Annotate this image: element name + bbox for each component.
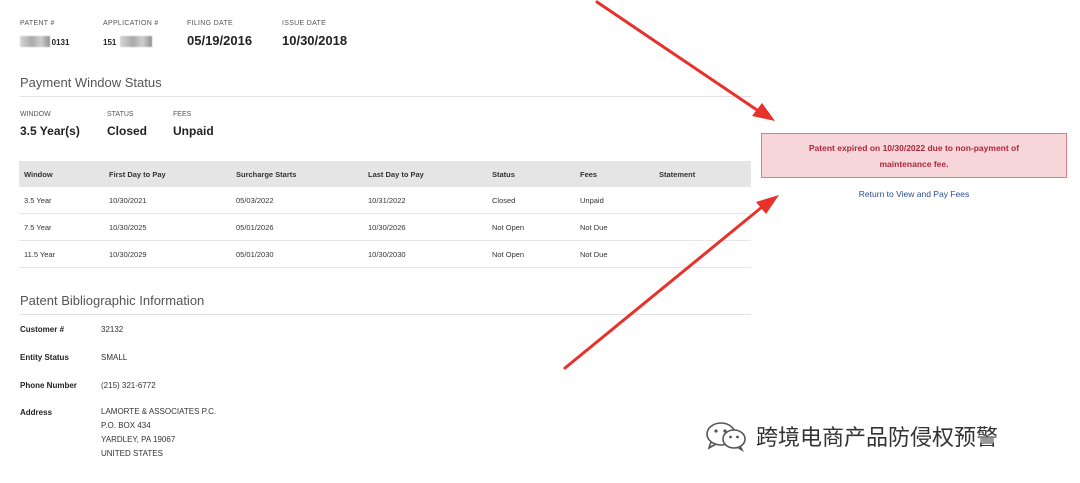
application-number-field: APPLICATION # 151: [103, 20, 159, 49]
patent-number-value: 0131: [20, 33, 69, 49]
column-header: Last Day to Pay: [363, 161, 487, 187]
expiration-alert: Patent expired on 10/30/2022 due to non-…: [761, 133, 1067, 178]
column-header: Status: [487, 161, 575, 187]
column-header: Statement: [654, 161, 751, 187]
patent-number-visible: 0131: [51, 38, 70, 47]
table-cell: 05/03/2022: [231, 187, 363, 214]
table-cell: 05/01/2030: [231, 240, 363, 268]
address-value: LAMORTE & ASSOCIATES P.C. P.O. BOX 434 Y…: [101, 405, 401, 461]
table-cell: 10/30/2030: [363, 240, 487, 268]
table-row: 3.5 Year 10/30/2021 05/03/2022 10/31/202…: [19, 187, 751, 214]
arrow-head: [752, 103, 775, 121]
address-label: Address: [20, 408, 53, 417]
wechat-watermark: 跨境电商产品防侵权预警: [704, 419, 998, 453]
fees-summary: FEES Unpaid: [173, 111, 214, 138]
application-number-visible: 151: [103, 38, 117, 47]
window-label: WINDOW: [20, 111, 51, 118]
maintenance-fee-table: Window First Day to Pay Surcharge Starts…: [19, 161, 751, 268]
table-header-row: Window First Day to Pay Surcharge Starts…: [19, 161, 751, 187]
table-cell: 10/31/2022: [363, 187, 487, 214]
table-cell: Unpaid: [575, 187, 654, 214]
wechat-icon: [706, 422, 746, 452]
column-header: First Day to Pay: [104, 161, 231, 187]
table-cell: 10/30/2026: [363, 213, 487, 241]
filing-date-field: FILING DATE 05/19/2016: [187, 20, 252, 49]
arrow-to-alert: [595, 0, 775, 121]
table-cell: [654, 187, 751, 214]
fees-value: Unpaid: [173, 124, 214, 138]
table-cell: [654, 213, 751, 241]
table-cell: 10/30/2021: [104, 187, 231, 214]
expiration-alert-message: Patent expired on 10/30/2022 due to non-…: [808, 142, 1020, 169]
table-cell: Closed: [487, 187, 575, 214]
table-cell: Not Open: [487, 213, 575, 241]
customer-number-value: 32132: [101, 325, 124, 334]
return-to-pay-fees-link[interactable]: Return to View and Pay Fees: [761, 189, 1067, 199]
patent-number-field: PATENT # 0131: [20, 20, 69, 49]
issue-date-label: ISSUE DATE: [282, 20, 327, 27]
table-cell: 10/30/2029: [104, 240, 231, 268]
customer-number-label: Customer #: [20, 325, 65, 334]
filing-date-label: FILING DATE: [187, 20, 233, 27]
application-number-redaction: [119, 36, 152, 48]
bibliographic-title: Patent Bibliographic Information: [20, 293, 751, 315]
window-value: 3.5 Year(s): [20, 124, 80, 138]
fees-label: FEES: [173, 111, 192, 118]
entity-status-label: Entity Status: [20, 353, 69, 362]
entity-status-value: SMALL: [101, 353, 128, 362]
table-cell: Not Open: [487, 240, 575, 268]
status-value: Closed: [107, 124, 148, 138]
application-number-label: APPLICATION #: [103, 20, 159, 27]
table-row: 7.5 Year 10/30/2025 05/01/2026 10/30/202…: [19, 213, 751, 241]
watermark-text: 跨境电商产品防侵权预警: [756, 426, 999, 451]
issue-date-field: ISSUE DATE 10/30/2018: [282, 20, 347, 49]
address-line: UNITED STATES: [101, 449, 163, 458]
table-cell: [654, 240, 751, 268]
table-cell: 10/30/2025: [104, 213, 231, 241]
column-header: Window: [19, 161, 104, 187]
window-summary: WINDOW 3.5 Year(s): [20, 111, 80, 138]
application-number-value: 151: [103, 33, 159, 49]
column-header: Fees: [575, 161, 654, 187]
table-cell: 05/01/2026: [231, 213, 363, 241]
table-cell: 11.5 Year: [19, 240, 104, 268]
filing-date-value: 05/19/2016: [187, 33, 253, 48]
table-row: 11.5 Year 10/30/2029 05/01/2030 10/30/20…: [19, 240, 751, 268]
address-line: LAMORTE & ASSOCIATES P.C.: [101, 407, 217, 416]
patent-number-label: PATENT #: [20, 20, 55, 27]
table-cell: Not Due: [575, 213, 654, 241]
status-summary: STATUS Closed: [107, 111, 147, 138]
column-header: Surcharge Starts: [231, 161, 363, 187]
table-cell: 7.5 Year: [19, 213, 104, 241]
phone-number-value: (215) 321-6772: [101, 381, 156, 390]
address-line: P.O. BOX 434: [101, 421, 151, 430]
status-label: STATUS: [107, 111, 134, 118]
address-line: YARDLEY, PA 19067: [101, 435, 176, 444]
table-cell: 3.5 Year: [19, 187, 104, 214]
patent-number-redaction: [20, 36, 50, 48]
phone-number-label: Phone Number: [20, 381, 77, 390]
issue-date-value: 10/30/2018: [282, 33, 348, 48]
payment-window-title: Payment Window Status: [20, 75, 751, 97]
table-cell: Not Due: [575, 240, 654, 268]
